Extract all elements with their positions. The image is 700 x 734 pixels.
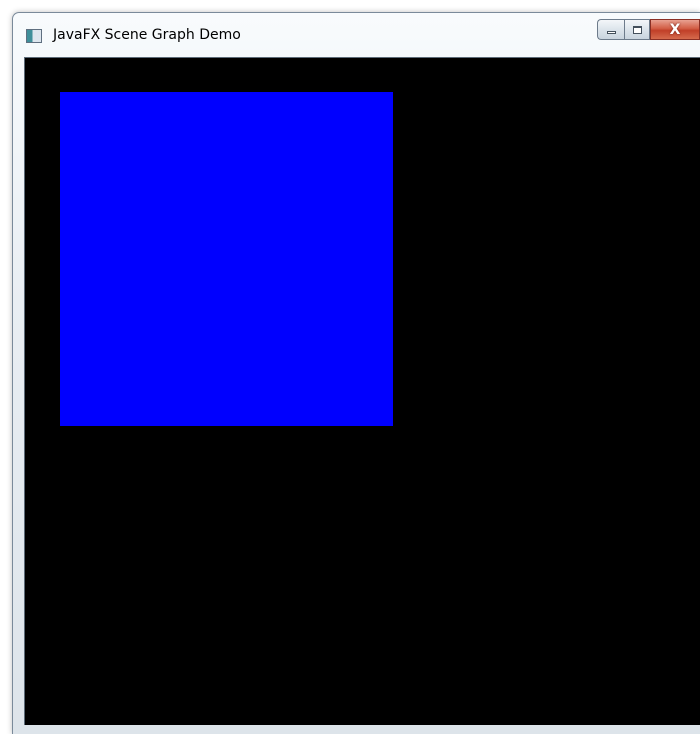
maximize-button[interactable] <box>624 19 650 40</box>
blue-rectangle <box>60 92 393 426</box>
window-controls: X <box>597 19 700 41</box>
app-window: JavaFX Scene Graph Demo X <box>12 12 700 734</box>
close-icon: X <box>669 21 681 38</box>
close-button[interactable]: X <box>650 19 700 40</box>
minimize-button[interactable] <box>597 19 624 40</box>
title-bar[interactable]: JavaFX Scene Graph Demo X <box>13 13 700 57</box>
maximize-icon <box>632 25 642 34</box>
window-title: JavaFX Scene Graph Demo <box>53 27 241 43</box>
scene-canvas <box>24 57 700 725</box>
javafx-app-icon[interactable] <box>26 29 42 43</box>
minimize-icon <box>606 31 616 34</box>
